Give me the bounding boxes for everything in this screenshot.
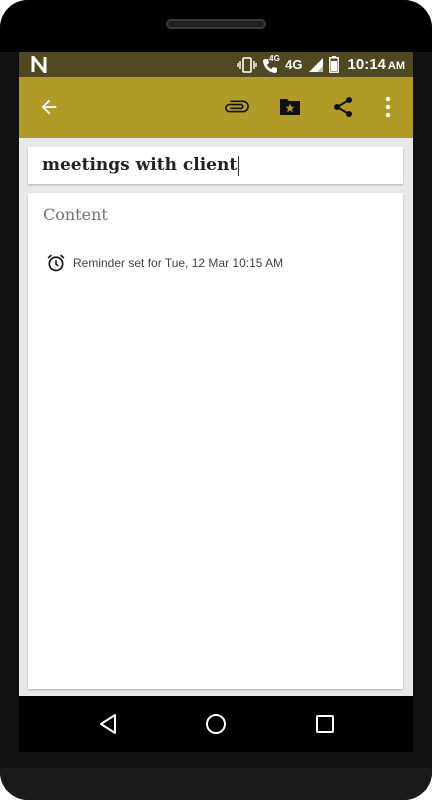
phone-top-bezel (0, 0, 432, 52)
battery-icon (328, 56, 339, 73)
note-title-text: meetings with client (42, 155, 240, 176)
nav-recents-button[interactable] (311, 710, 339, 738)
folder-star-icon (280, 99, 300, 115)
more-options-button[interactable] (373, 92, 403, 122)
note-title-value: meetings with client (42, 155, 238, 175)
clock: 10:14 AM (344, 56, 405, 73)
reminder-row[interactable]: Reminder set for Tue, 12 Mar 10:15 AM (46, 253, 283, 273)
status-icons: 4G 4G 10:14 AM (237, 53, 405, 74)
screen: 4G 4G 10:14 AM meetings with client Cont… (19, 52, 413, 696)
app-toolbar (19, 77, 413, 138)
phone-bottom-bezel (0, 768, 432, 800)
phone-frame: 4G 4G 10:14 AM meetings with client Cont… (0, 0, 432, 800)
more-vert-icon (385, 96, 391, 118)
volte-call-icon: 4G (262, 53, 280, 74)
back-button[interactable] (34, 92, 64, 122)
clock-ampm: AM (387, 60, 405, 72)
arrow-back-icon (41, 99, 57, 115)
nav-home-button[interactable] (202, 710, 230, 738)
note-title-field[interactable]: meetings with client (28, 147, 403, 184)
nav-back-button[interactable] (94, 710, 122, 738)
note-content-field[interactable]: Content Reminder set for Tue, 12 Mar 10:… (28, 193, 403, 689)
navigation-bar (19, 696, 413, 752)
nav-home-icon (206, 714, 226, 734)
network-type-label: 4G (285, 57, 303, 72)
attach-button[interactable] (222, 92, 252, 122)
vibrate-icon (237, 56, 257, 73)
share-icon (334, 97, 352, 117)
content-placeholder: Content (43, 205, 108, 224)
nav-back-icon (100, 714, 116, 734)
n-logo-icon (31, 56, 47, 73)
text-cursor (238, 155, 240, 176)
clock-time: 10:14 (347, 56, 386, 73)
network-small-label: 4G (269, 53, 280, 63)
earpiece-speaker (166, 19, 266, 29)
folder-button[interactable] (275, 92, 305, 122)
alarm-icon (47, 254, 65, 272)
paperclip-icon (225, 100, 249, 113)
reminder-text: Reminder set for Tue, 12 Mar 10:15 AM (73, 256, 284, 270)
nav-recents-icon (316, 715, 334, 733)
share-button[interactable] (328, 92, 358, 122)
signal-icon (308, 57, 323, 72)
status-bar: 4G 4G 10:14 AM (19, 52, 413, 77)
